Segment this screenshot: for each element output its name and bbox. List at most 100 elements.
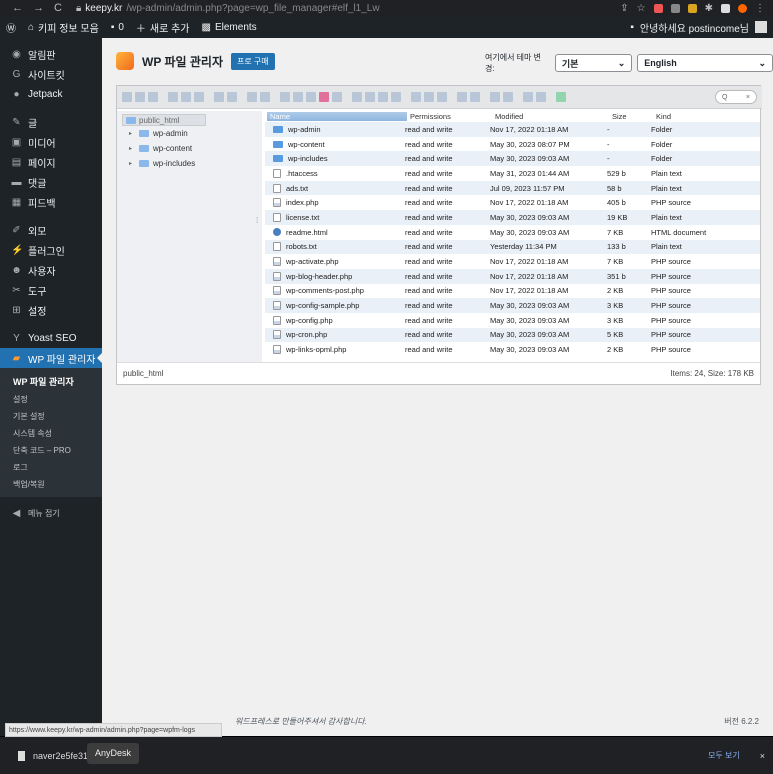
submenu-item[interactable]: 기본 설정	[0, 408, 102, 425]
sidepanel-icon[interactable]	[721, 3, 730, 13]
profile-icon[interactable]	[738, 3, 747, 13]
back-icon[interactable]: ←	[12, 2, 23, 14]
select-all-icon[interactable]	[523, 92, 533, 102]
file-row[interactable]: wp-cron.php read and write May 30, 2023 09…	[265, 327, 760, 343]
column-size[interactable]: Size	[609, 112, 653, 121]
splitter-handle[interactable]: ⁞	[256, 216, 258, 225]
column-kind[interactable]: Kind	[653, 112, 753, 121]
copy-icon[interactable]	[280, 92, 290, 102]
file-row[interactable]: wp-links-opml.php read and write May 30, 2…	[265, 342, 760, 357]
elements-link[interactable]: ▩ Elements	[196, 22, 263, 33]
paste-icon[interactable]	[306, 92, 316, 102]
submenu-item[interactable]: WP 파일 관리자	[0, 374, 102, 391]
theme-select[interactable]: 기본 ⌄	[554, 54, 633, 72]
show-all-button[interactable]: 모두 보기	[708, 750, 740, 761]
tree-folder[interactable]: ▸ wp-includes	[117, 156, 262, 171]
new-content-link[interactable]: ＋ 새로 추가	[130, 20, 196, 35]
file-row[interactable]: index.php read and write Nov 17, 2022 01:1…	[265, 195, 760, 210]
new-folder-icon[interactable]	[181, 92, 191, 102]
search-icon[interactable]	[437, 92, 447, 102]
file-row[interactable]: wp-content read and write May 30, 2023 08:…	[265, 137, 760, 152]
file-row[interactable]: wp-admin read and write Nov 17, 2022 01:18…	[265, 122, 760, 137]
download-icon[interactable]	[227, 92, 237, 102]
footer-credit[interactable]: 워드프레스로 만들어주셔서 감사합니다.	[235, 716, 367, 727]
tree-folder[interactable]: ▸ wp-content	[117, 141, 262, 156]
buy-pro-button[interactable]: 프로 구매	[230, 52, 275, 70]
tree-root[interactable]: public_html	[122, 114, 206, 126]
sidebar-item[interactable]: ⚡ 플러그인	[0, 240, 102, 260]
info-icon[interactable]	[457, 92, 467, 102]
duplicate-icon[interactable]	[352, 92, 362, 102]
sort-icon[interactable]	[503, 92, 513, 102]
sidebar-item[interactable]: ✂ 도구	[0, 280, 102, 300]
file-row[interactable]: wp-blog-header.php read and write Nov 17, …	[265, 268, 760, 284]
file-row[interactable]: wp-includes read and write May 30, 2023 09…	[265, 151, 760, 167]
forward-icon[interactable]: →	[33, 2, 44, 14]
file-row[interactable]: wp-config.php read and write May 30, 2023 …	[265, 313, 760, 328]
column-permissions[interactable]: Permissions	[407, 112, 492, 121]
save-icon[interactable]	[194, 92, 204, 102]
expand-arrow-icon[interactable]: ▸	[129, 160, 135, 167]
file-row[interactable]: wp-activate.php read and write Nov 17, 202…	[265, 254, 760, 269]
column-modified[interactable]: Modified	[492, 112, 609, 121]
share-icon[interactable]: ⇪	[620, 3, 628, 14]
sidebar-item[interactable]: ▤ 페이지	[0, 152, 102, 172]
expand-arrow-icon[interactable]: ▸	[129, 130, 135, 137]
file-row[interactable]: wp-config-sample.php read and write May 30…	[265, 298, 760, 313]
expand-arrow-icon[interactable]: ▸	[129, 145, 135, 152]
view-icon[interactable]	[490, 92, 500, 102]
undo-icon[interactable]	[247, 92, 257, 102]
comments-link[interactable]: ▪ 0	[105, 22, 130, 33]
puzzle-icon[interactable]: ✱	[705, 3, 713, 14]
edit-icon[interactable]	[378, 92, 388, 102]
submenu-item[interactable]: 시스템 속성	[0, 425, 102, 442]
download-item[interactable]: naver2e5fe31	[0, 750, 88, 761]
file-row[interactable]: robots.txt read and write Yesterday 11:34 …	[265, 239, 760, 255]
clear-icon[interactable]: ×	[746, 94, 750, 101]
file-row[interactable]: ads.txt read and write Jul 09, 2023 11:57 …	[265, 180, 760, 196]
delete-icon[interactable]	[319, 92, 329, 102]
sidebar-item[interactable]: ✐ 외모	[0, 220, 102, 240]
submenu-item[interactable]: 백업/복원	[0, 476, 102, 493]
file-row[interactable]: .htaccess read and write May 31, 2023 01:4…	[265, 166, 760, 181]
archive-icon[interactable]	[424, 92, 434, 102]
sidebar-item[interactable]: ⊞ 설정	[0, 300, 102, 320]
menu-icon[interactable]: ⋮	[755, 3, 765, 14]
wordpress-logo-icon[interactable]: Ⓦ	[0, 20, 22, 35]
sidebar-item[interactable]: ◉ 알림판	[0, 44, 102, 64]
new-file-icon[interactable]	[168, 92, 178, 102]
sidebar-item[interactable]: G 사이트킷	[0, 64, 102, 84]
sidebar-item[interactable]: ▬ 댓글	[0, 172, 102, 192]
extension-icon[interactable]	[687, 3, 697, 13]
open-icon[interactable]	[214, 92, 224, 102]
tree-folder[interactable]: ▸ wp-admin	[117, 126, 262, 141]
column-name[interactable]: Name	[267, 112, 407, 121]
file-row[interactable]: readme.html read and write May 30, 2023 09…	[265, 225, 760, 240]
extension-icon[interactable]	[653, 3, 663, 13]
sidebar-item[interactable]: ☻ 사용자	[0, 260, 102, 280]
up-icon[interactable]	[148, 92, 158, 102]
sidebar-item[interactable]: ▦ 피드백	[0, 192, 102, 212]
language-select[interactable]: English ⌄	[637, 54, 773, 72]
search-input[interactable]: Q ×	[715, 90, 757, 104]
sidebar-item[interactable]: ✎ 글	[0, 112, 102, 132]
address-bar[interactable]: 🔒︎ keepy.kr/wp-admin/admin.php?page=wp_f…	[76, 3, 380, 14]
account-menu[interactable]: ▪ 안녕하세요 postincome님	[630, 20, 773, 35]
close-icon[interactable]: ×	[760, 751, 765, 761]
rename-icon[interactable]	[365, 92, 375, 102]
collapse-menu-button[interactable]: ◀ 메뉴 접기	[0, 503, 102, 523]
empty-icon[interactable]	[332, 92, 342, 102]
fullscreen-icon[interactable]	[556, 92, 566, 102]
submenu-item[interactable]: 로그	[0, 459, 102, 476]
resize-icon[interactable]	[391, 92, 401, 102]
sidebar-item[interactable]: ▰ WP 파일 관리자	[0, 348, 102, 368]
back-icon[interactable]	[122, 92, 132, 102]
file-row[interactable]: wp-comments-post.php read and write Nov 17…	[265, 284, 760, 299]
sidebar-item[interactable]: ● Jetpack	[0, 84, 102, 104]
submenu-item[interactable]: 설정	[0, 391, 102, 408]
extension-icon[interactable]	[670, 3, 680, 13]
submenu-item[interactable]: 단축 코드 – PRO	[0, 442, 102, 459]
extract-icon[interactable]	[411, 92, 421, 102]
file-row[interactable]: license.txt read and write May 30, 2023 09…	[265, 210, 760, 225]
forward-icon[interactable]	[135, 92, 145, 102]
